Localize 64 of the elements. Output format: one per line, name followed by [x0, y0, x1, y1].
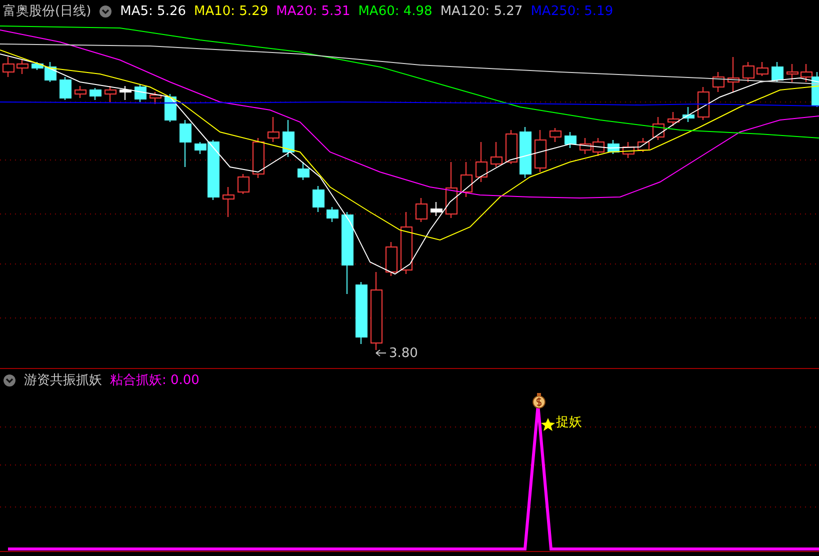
candlestick	[60, 76, 72, 100]
candlestick	[446, 162, 458, 218]
candlestick	[592, 138, 604, 156]
dropdown-chevron-icon[interactable]	[99, 4, 112, 18]
candlestick	[180, 120, 192, 168]
moving-average-value: MA20: 5.31	[276, 4, 350, 18]
candlestick	[326, 206, 338, 222]
candlestick	[698, 86, 710, 120]
candlestick	[476, 142, 488, 182]
indicator-title[interactable]: 游资共振抓妖	[24, 371, 102, 389]
candlestick	[356, 282, 368, 344]
candlestick	[252, 138, 264, 178]
candlestick	[550, 128, 562, 142]
signal-label: 捉妖	[556, 414, 582, 431]
candlestick	[164, 94, 176, 122]
candlestick	[772, 62, 784, 82]
candlestick	[490, 142, 502, 168]
moving-average-value: MA120: 5.27	[440, 4, 523, 18]
candlestick	[134, 84, 146, 102]
candlestick	[608, 140, 620, 154]
candlestick	[638, 138, 650, 152]
moving-average-value: MA5: 5.26	[120, 4, 186, 18]
moving-average-value: MA250: 5.19	[530, 4, 614, 18]
moving-average-value: MA60: 4.98	[358, 4, 432, 18]
candlestick	[238, 174, 250, 194]
candlestick	[282, 120, 294, 158]
candlestick	[580, 138, 592, 154]
dropdown-chevron-icon[interactable]	[3, 374, 16, 386]
candlestick	[520, 126, 532, 178]
candlestick	[652, 116, 664, 140]
candlestick	[416, 198, 428, 222]
candlestick	[74, 86, 86, 98]
candlestick	[2, 56, 14, 78]
candlestick	[786, 64, 798, 82]
money-bag-icon	[532, 393, 546, 408]
candlestick	[150, 92, 162, 104]
candlestick	[90, 88, 102, 100]
arrow-icon	[376, 350, 386, 356]
candlestick	[268, 116, 280, 142]
candlestick	[622, 142, 634, 158]
candlestick	[16, 60, 28, 74]
candlestick	[712, 72, 724, 92]
candlestick	[668, 112, 680, 126]
candlestick	[728, 56, 740, 92]
candlestick	[506, 130, 518, 164]
candlestick	[756, 62, 768, 76]
candlestick	[400, 212, 412, 274]
low-price-label: 3.80	[389, 346, 418, 361]
candlestick	[564, 132, 576, 148]
candlestick	[534, 130, 546, 172]
candlestick	[742, 62, 754, 82]
candlestick	[222, 186, 234, 218]
chart-title[interactable]: 富奥股份(日线)	[3, 2, 92, 20]
candlestick	[312, 186, 324, 212]
candlestick	[460, 162, 472, 198]
candlestick	[682, 106, 694, 122]
indicator-value: 粘合抓妖: 0.00	[110, 372, 200, 389]
candlestick	[104, 86, 116, 102]
candlestick	[298, 162, 310, 180]
star-icon	[541, 418, 555, 431]
candlestick	[430, 202, 442, 216]
moving-average-value: MA10: 5.29	[194, 4, 268, 18]
candlestick	[386, 242, 398, 276]
candlestick	[120, 86, 132, 100]
